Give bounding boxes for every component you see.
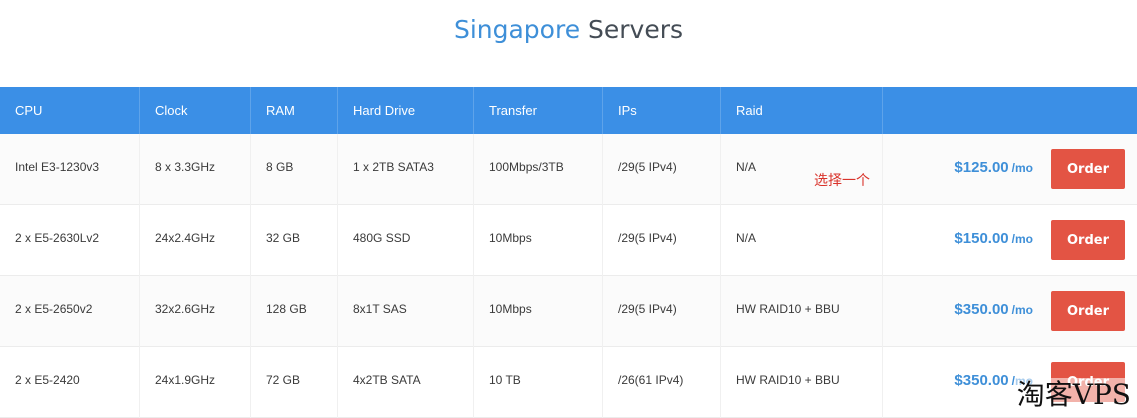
header-raid: Raid bbox=[721, 87, 883, 134]
price-amount: $350.00 bbox=[954, 301, 1009, 318]
price: $125.00/mo bbox=[954, 134, 1033, 202]
header-ram: RAM bbox=[251, 87, 338, 134]
table-body: Intel E3-1230v3 8 x 3.3GHz 8 GB 1 x 2TB … bbox=[0, 134, 1137, 418]
server-table: CPU Clock RAM Hard Drive Transfer IPs Ra… bbox=[0, 87, 1137, 418]
order-button[interactable]: Order bbox=[1051, 220, 1125, 260]
cell-transfer: 10Mbps bbox=[474, 205, 603, 276]
page-title: Singapore Servers bbox=[0, 14, 1137, 46]
cell-hard-drive: 1 x 2TB SATA3 bbox=[338, 134, 474, 205]
table-header: CPU Clock RAM Hard Drive Transfer IPs Ra… bbox=[0, 87, 1137, 134]
cell-ram: 128 GB bbox=[251, 276, 338, 347]
cell-ips: /26(61 IPv4) bbox=[603, 347, 721, 418]
cell-raid: HW RAID10 + BBU bbox=[721, 276, 883, 347]
cell-ram: 8 GB bbox=[251, 134, 338, 205]
cell-price-order: $125.00/mo Order bbox=[883, 134, 1137, 205]
cell-clock: 24x2.4GHz bbox=[140, 205, 251, 276]
cell-ips: /29(5 IPv4) bbox=[603, 134, 721, 205]
annotation-text: 选择一个 bbox=[814, 173, 870, 189]
price-period: /mo bbox=[1011, 161, 1033, 175]
page-title-accent: Singapore bbox=[453, 15, 581, 44]
price-period: /mo bbox=[1011, 303, 1033, 317]
cell-ips: /29(5 IPv4) bbox=[603, 205, 721, 276]
header-price bbox=[883, 87, 1137, 134]
cell-clock: 8 x 3.3GHz bbox=[140, 134, 251, 205]
price-period: /mo bbox=[1011, 232, 1033, 246]
price-amount: $350.00 bbox=[954, 372, 1009, 389]
order-button[interactable]: Order bbox=[1051, 291, 1125, 331]
header-cpu: CPU bbox=[0, 87, 140, 134]
cell-cpu: 2 x E5-2650v2 bbox=[0, 276, 140, 347]
cell-raid: N/A bbox=[721, 205, 883, 276]
cell-raid: HW RAID10 + BBU bbox=[721, 347, 883, 418]
cell-hard-drive: 480G SSD bbox=[338, 205, 474, 276]
price-amount: $125.00 bbox=[954, 159, 1009, 176]
cell-ram: 32 GB bbox=[251, 205, 338, 276]
cell-clock: 32x2.6GHz bbox=[140, 276, 251, 347]
cell-price-order: $350.00/mo Order bbox=[883, 276, 1137, 347]
watermark: 淘客VPS bbox=[1014, 378, 1133, 412]
cell-cpu: 2 x E5-2420 bbox=[0, 347, 140, 418]
cell-cpu: 2 x E5-2630Lv2 bbox=[0, 205, 140, 276]
price: $150.00/mo bbox=[954, 205, 1033, 273]
order-button[interactable]: Order bbox=[1051, 149, 1125, 189]
header-hard-drive: Hard Drive bbox=[338, 87, 474, 134]
table-row: 2 x E5-2630Lv2 24x2.4GHz 32 GB 480G SSD … bbox=[0, 205, 1137, 276]
price-amount: $150.00 bbox=[954, 230, 1009, 247]
cell-ram: 72 GB bbox=[251, 347, 338, 418]
cell-transfer: 10 TB bbox=[474, 347, 603, 418]
table-row: Intel E3-1230v3 8 x 3.3GHz 8 GB 1 x 2TB … bbox=[0, 134, 1137, 205]
cell-hard-drive: 4x2TB SATA bbox=[338, 347, 474, 418]
cell-transfer: 10Mbps bbox=[474, 276, 603, 347]
header-clock: Clock bbox=[140, 87, 251, 134]
header-transfer: Transfer bbox=[474, 87, 603, 134]
header-ips: IPs bbox=[603, 87, 721, 134]
cell-cpu: Intel E3-1230v3 bbox=[0, 134, 140, 205]
cell-hard-drive: 8x1T SAS bbox=[338, 276, 474, 347]
cell-price-order: $150.00/mo Order bbox=[883, 205, 1137, 276]
price: $350.00/mo bbox=[954, 276, 1033, 344]
table-row: 2 x E5-2650v2 32x2.6GHz 128 GB 8x1T SAS … bbox=[0, 276, 1137, 347]
page-title-rest: Servers bbox=[588, 15, 684, 44]
cell-clock: 24x1.9GHz bbox=[140, 347, 251, 418]
table-row: 2 x E5-2420 24x1.9GHz 72 GB 4x2TB SATA 1… bbox=[0, 347, 1137, 418]
cell-ips: /29(5 IPv4) bbox=[603, 276, 721, 347]
cell-transfer: 100Mbps/3TB bbox=[474, 134, 603, 205]
